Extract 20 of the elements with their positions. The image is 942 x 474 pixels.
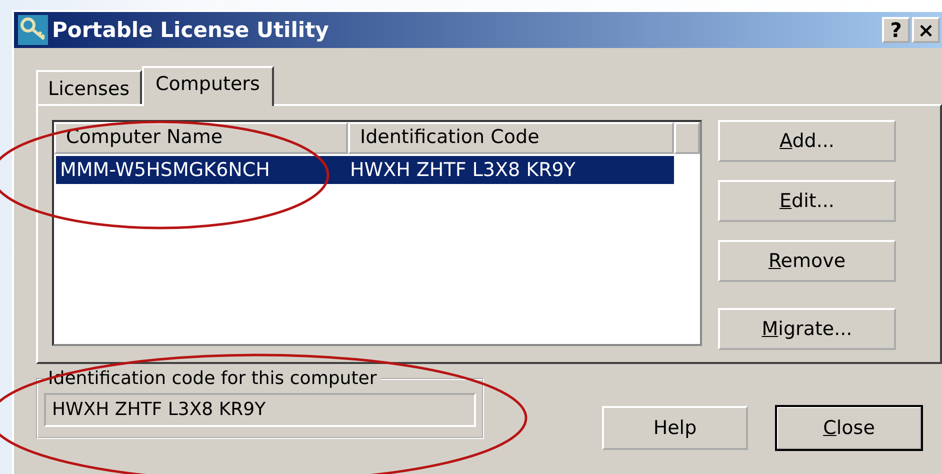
action-button[interactable]: Edit... bbox=[718, 180, 896, 222]
group-label: Identification code for this computer bbox=[47, 368, 378, 389]
action-button[interactable]: Remove bbox=[718, 240, 896, 282]
column-header[interactable]: Identification Code bbox=[348, 122, 674, 154]
column-header[interactable] bbox=[674, 122, 700, 154]
action-button[interactable]: Migrate... bbox=[718, 308, 896, 350]
code-field[interactable]: HWXH ZHTF L3X8 KR9Y bbox=[44, 393, 476, 427]
dialog-button[interactable]: Close bbox=[776, 406, 922, 450]
action-button[interactable]: Add... bbox=[718, 120, 896, 162]
help-button[interactable]: ? bbox=[882, 17, 910, 43]
window-title: Portable License Utility bbox=[52, 18, 329, 42]
list-row[interactable]: MMM-W5HSMGK6NCH HWXH ZHTF L3X8 KR9Y bbox=[56, 156, 674, 184]
list-cell-text: MMM-W5HSMGK6NCH bbox=[59, 159, 271, 181]
column-header[interactable]: Computer Name bbox=[54, 122, 348, 154]
list-cell: HWXH ZHTF L3X8 KR9Y bbox=[350, 159, 576, 181]
close-button[interactable]: × bbox=[912, 17, 940, 43]
dialog-button[interactable]: Help bbox=[602, 406, 748, 450]
tab[interactable]: Licenses bbox=[36, 70, 142, 104]
tab[interactable]: Computers bbox=[142, 66, 274, 106]
key-icon bbox=[18, 15, 48, 45]
